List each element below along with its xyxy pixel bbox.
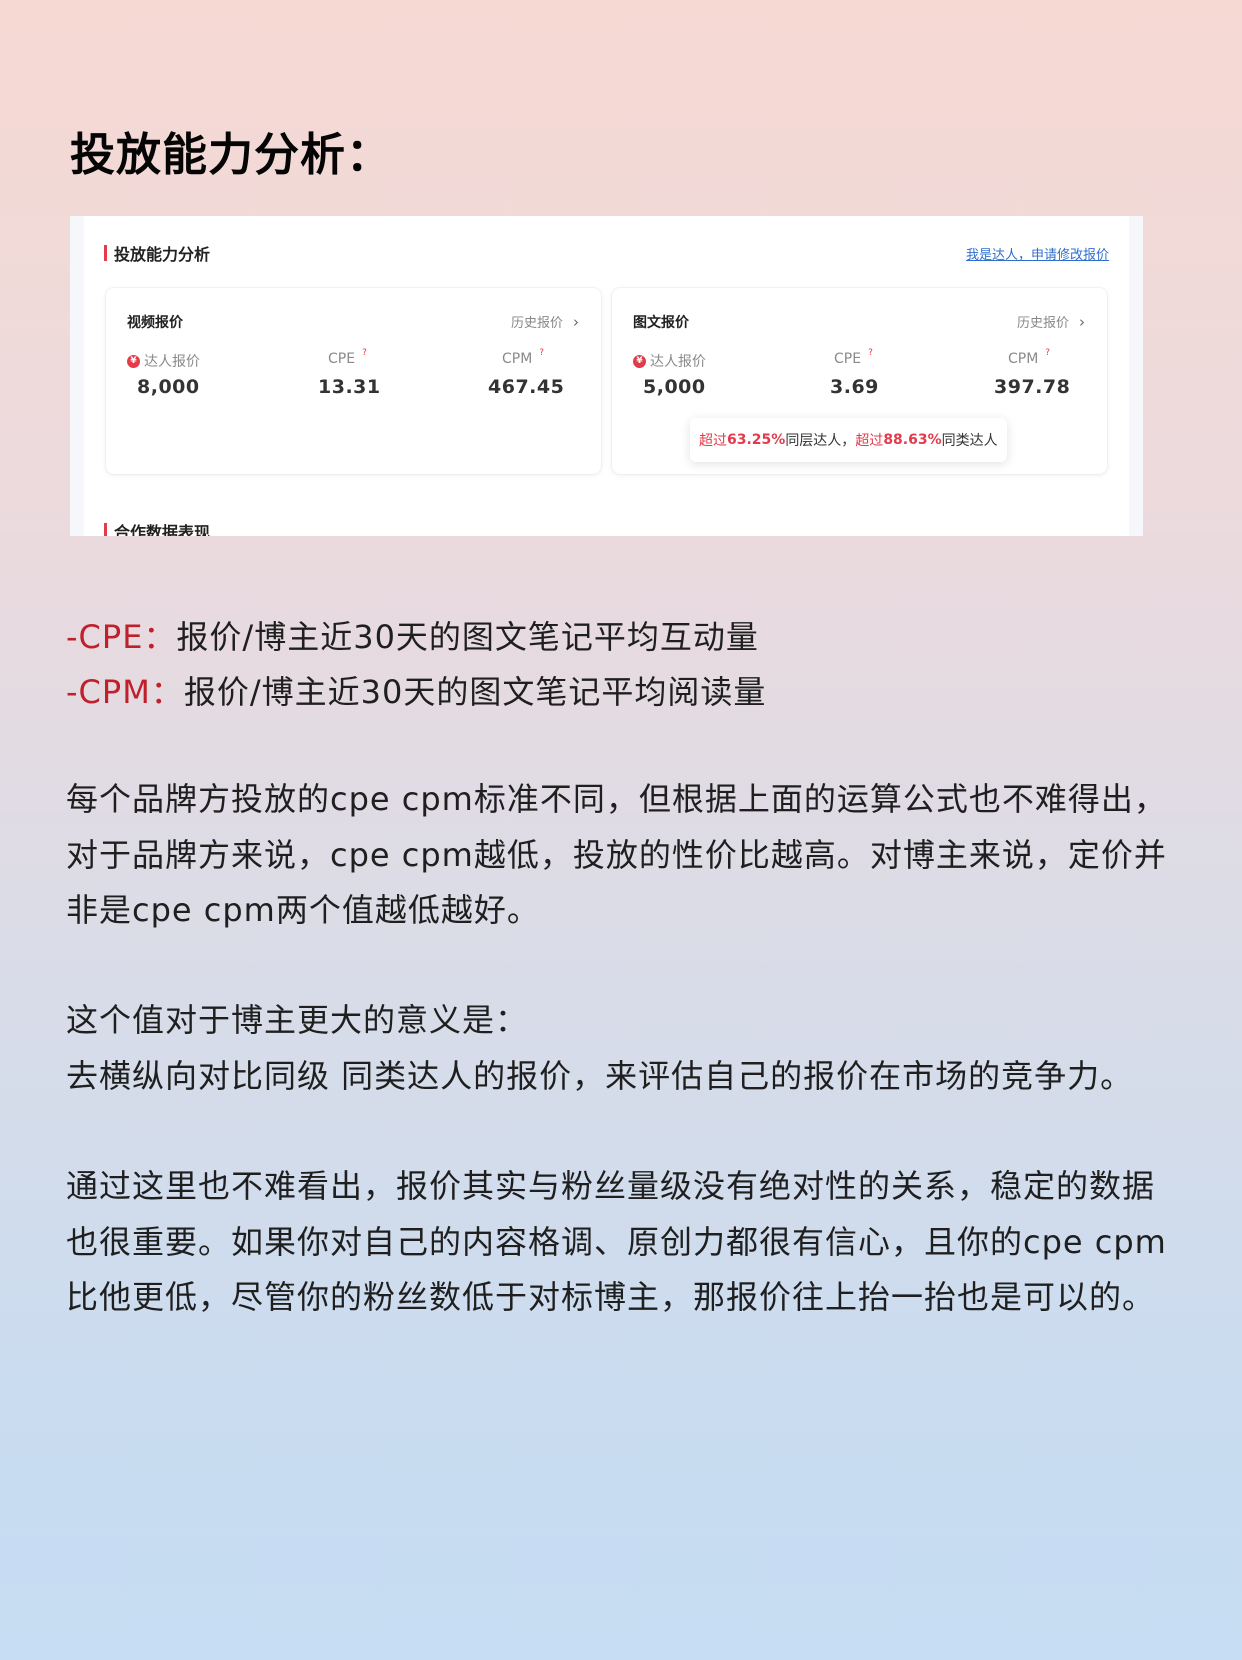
help-icon[interactable]: ? (868, 348, 873, 358)
definition-cpm: -CPM：报价/博主近30天的图文笔记平均阅读量 (66, 673, 767, 711)
metric-label-quote: ¥ 达人报价 (633, 351, 706, 371)
paragraph-1: 每个品牌方投放的cpe cpm标准不同，但根据上面的运算公式也不难得出，对于品牌… (66, 780, 1167, 929)
metric-value-cpm: 467.45 (488, 376, 565, 398)
section-title: 投放能力分析 (114, 245, 211, 264)
embedded-screenshot: 投放能力分析 我是达人，申请修改报价 视频报价 历史报价 › ¥ 达人报价 8,… (70, 216, 1143, 536)
paragraph-2: 这个值对于博主更大的意义是： 去横纵向对比同级 同类达人的报价，来评估自己的报价… (66, 993, 1186, 1104)
page-title: 投放能力分析： (70, 128, 393, 181)
ranking-percent: 63.25% (727, 432, 786, 448)
section-accent-bar (104, 523, 107, 536)
help-icon[interactable]: ? (1045, 348, 1050, 358)
metric-label-cpe: CPE ? (834, 348, 873, 367)
screenshot-panel: 投放能力分析 我是达人，申请修改报价 视频报价 历史报价 › ¥ 达人报价 8,… (84, 216, 1129, 536)
metric-value-quote: 8,000 (137, 376, 200, 398)
help-icon[interactable]: ? (362, 348, 367, 358)
modify-quote-link[interactable]: 我是达人，申请修改报价 (966, 244, 1109, 263)
metric-value-quote: 5,000 (643, 376, 706, 398)
metric-value-cpe: 3.69 (830, 376, 879, 398)
section-title: 合作数据表现 (114, 523, 211, 536)
metric-value-cpe: 13.31 (318, 376, 381, 398)
help-icon[interactable]: ? (539, 348, 544, 358)
history-label: 历史报价 (1016, 316, 1069, 331)
chevron-right-icon: › (573, 312, 579, 331)
metric-value-cpm: 397.78 (994, 376, 1071, 398)
section-accent-bar (104, 245, 107, 261)
video-quote-card: 视频报价 历史报价 › ¥ 达人报价 8,000 CPE ? 13.31 CPM… (106, 288, 601, 474)
metric-label-quote: ¥ 达人报价 (127, 351, 200, 371)
card-title: 视频报价 (127, 315, 183, 331)
section-header: 合作数据表现 (104, 522, 210, 536)
section-header: 投放能力分析 (104, 244, 211, 264)
yen-icon: ¥ (127, 354, 140, 368)
ranking-percent: 88.63% (883, 432, 942, 448)
metric-label-cpm: CPM ? (502, 348, 545, 367)
history-quote-button[interactable]: 历史报价 › (510, 312, 579, 332)
card-title: 图文报价 (633, 315, 689, 331)
ranking-tooltip: 超过 63.25% 同层达人， 超过 88.63% 同类达人 (690, 418, 1007, 462)
paragraph-3: 通过这里也不难看出，报价其实与粉丝量级没有绝对性的关系，稳定的数据也很重要。如果… (66, 1167, 1167, 1316)
metric-label-cpe: CPE ? (328, 348, 367, 367)
history-quote-button[interactable]: 历史报价 › (1016, 312, 1085, 332)
chevron-right-icon: › (1079, 312, 1085, 331)
yen-icon: ¥ (633, 354, 646, 368)
metric-label-cpm: CPM ? (1008, 348, 1051, 367)
history-label: 历史报价 (510, 316, 563, 331)
definition-cpe: -CPE：报价/博主近30天的图文笔记平均互动量 (66, 618, 759, 656)
paragraph-2-line-1: 这个值对于博主更大的意义是： (66, 1001, 529, 1039)
paragraph-2-line-2: 去横纵向对比同级 同类达人的报价，来评估自己的报价在市场的竞争力。 (66, 1056, 1134, 1095)
